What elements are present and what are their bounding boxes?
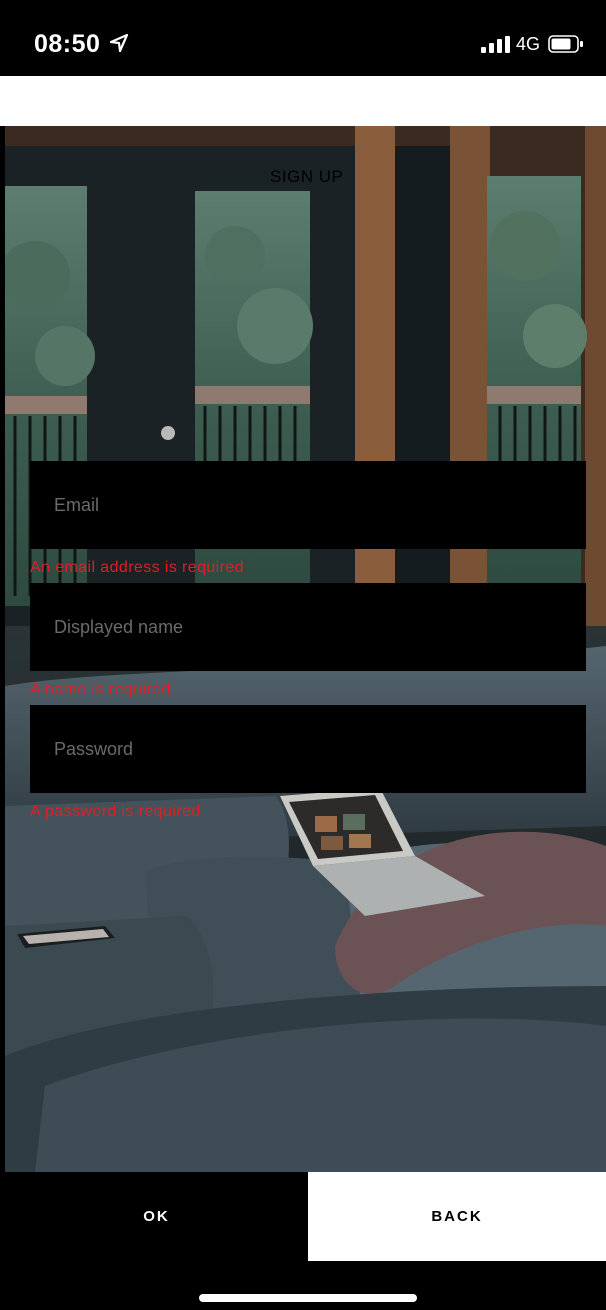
battery-icon [548,35,583,53]
page-title: SIGN UP [270,167,344,186]
status-bar: 08:50 4G [0,0,606,76]
header-spacer [0,76,606,126]
name-error-message: A name is required [30,681,171,698]
back-button[interactable]: BACK [308,1172,606,1261]
password-field[interactable] [30,705,586,793]
displayed-name-field[interactable] [30,583,586,671]
network-type: 4G [516,34,541,54]
location-arrow-icon [109,33,129,53]
ok-button[interactable]: OK [5,1172,308,1261]
email-error-message: An email address is required [30,559,244,576]
password-error-message: A password is required [30,803,201,820]
status-time: 08:50 [34,30,101,58]
email-field[interactable] [30,461,586,549]
cellular-signal-icon [481,36,510,53]
home-indicator[interactable] [199,1294,417,1302]
